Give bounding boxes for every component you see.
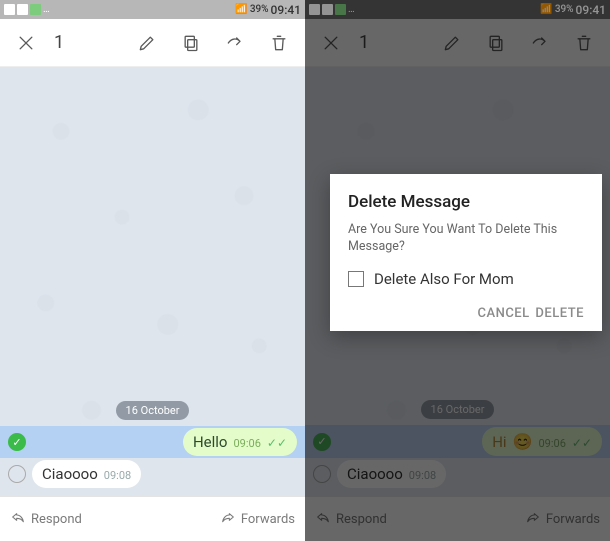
checkbox-icon[interactable] (348, 271, 364, 287)
respond-label: Respond (31, 512, 82, 527)
battery-text: 39% (250, 4, 269, 15)
respond-button[interactable]: Respond (10, 509, 82, 529)
notif-icon (4, 4, 15, 15)
selection-count: 1 (48, 32, 78, 53)
reply-icon (10, 509, 26, 529)
notif-icon (30, 4, 41, 15)
copy-button[interactable] (169, 19, 213, 67)
signal-icon: 📶 (235, 4, 247, 15)
delete-dialog: Delete Message Are You Sure You Want To … (330, 174, 602, 331)
delete-button[interactable] (257, 19, 301, 67)
forwards-label: Forwards (241, 512, 295, 527)
status-bar: … 📶 39% 09:41 (0, 0, 305, 19)
selection-toolbar: 1 (0, 19, 305, 67)
checkbox-label: Delete Also For Mom (374, 270, 514, 288)
dialog-title: Delete Message (348, 192, 584, 212)
forwards-button[interactable]: Forwards (220, 509, 295, 529)
delete-also-row[interactable]: Delete Also For Mom (348, 270, 584, 288)
edit-button[interactable] (125, 19, 169, 67)
footer-bar: Respond Forwards (0, 496, 305, 541)
notif-icon (17, 4, 28, 15)
screen-right: … 📶 39% 09:41 1 16 October Hi 😊 09:06 ✓✓ (305, 0, 610, 541)
forward-button[interactable] (213, 19, 257, 67)
chat-area: 16 October Hello 09:06 ✓✓ Ciaoooo 09:08 (0, 67, 305, 496)
dialog-body: Are You Sure You Want To Delete This Mes… (348, 222, 584, 256)
cancel-button[interactable]: CANCEL (477, 306, 529, 321)
chat-background (0, 67, 305, 496)
forward-icon (220, 509, 236, 529)
screen-left: … 📶 39% 09:41 1 16 October Hello 09:06 ✓… (0, 0, 305, 541)
more-icon: … (43, 4, 57, 15)
close-button[interactable] (4, 19, 48, 67)
clock-text: 09:41 (271, 3, 301, 17)
confirm-delete-button[interactable]: DELETE (535, 306, 584, 321)
